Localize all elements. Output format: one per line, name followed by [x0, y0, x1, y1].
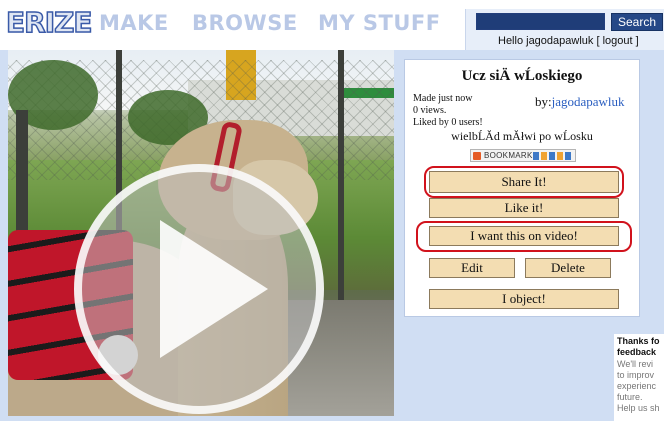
username-link[interactable]: jagodapawluk	[526, 35, 593, 47]
like-button[interactable]: Like it!	[429, 198, 619, 218]
like-count: Liked by 0 users!	[413, 117, 483, 128]
made-time: Made just now	[413, 93, 473, 104]
feedback-text: to improv	[617, 370, 655, 380]
feedback-heading: Thanks fo	[617, 336, 660, 346]
bookmark-button[interactable]: BOOKMARK	[470, 149, 576, 162]
bookmark-icon	[473, 152, 481, 160]
feedback-text: We'll revi	[617, 359, 654, 369]
video-frame-pole	[338, 50, 344, 310]
bookmark-label: BOOKMARK	[484, 151, 533, 160]
site-logo[interactable]: ERIZE	[5, 6, 93, 40]
social-share-icons	[533, 152, 573, 160]
view-count: 0 views.	[413, 105, 447, 116]
greeting-prefix: Hello	[498, 35, 527, 47]
object-button[interactable]: I object!	[429, 289, 619, 309]
nav-browse[interactable]: BROWSE	[192, 10, 298, 36]
search-input[interactable]	[476, 13, 605, 30]
play-button[interactable]	[74, 164, 324, 414]
video-player[interactable]	[8, 50, 394, 416]
nav-make[interactable]: MAKE	[99, 10, 169, 36]
logout-link[interactable]: [ logout ]	[596, 35, 638, 47]
feedback-box: Thanks fo feedback We'll revi to improv …	[614, 334, 664, 421]
want-on-video-button[interactable]: I want this on video!	[429, 226, 619, 246]
byline-prefix: by:	[535, 94, 552, 109]
edit-button[interactable]: Edit	[429, 258, 515, 278]
delete-button[interactable]: Delete	[525, 258, 611, 278]
account-box: Search Hello jagodapawluk [ logout ]	[465, 9, 664, 51]
nav-my-stuff[interactable]: MY STUFF	[318, 10, 441, 36]
feedback-text: Help us sh	[617, 403, 660, 413]
top-bar: ERIZE MAKE BROWSE MY STUFF Search Hello …	[0, 0, 664, 51]
play-icon	[160, 220, 268, 358]
share-button[interactable]: Share It!	[429, 171, 619, 193]
feedback-text: experienc	[617, 381, 657, 391]
video-info-panel: Ucz siÄ wĹoskiego Made just now 0 views.…	[404, 59, 640, 317]
video-frame-pole	[16, 110, 28, 250]
byline: by:jagodapawluk	[535, 94, 625, 110]
author-link[interactable]: jagodapawluk	[552, 94, 625, 109]
feedback-text: future.	[617, 392, 643, 402]
search-button[interactable]: Search	[611, 13, 663, 31]
feedback-heading: feedback	[617, 347, 657, 357]
video-description: wielbĹĂd mĂłwi po wĹosku	[451, 129, 593, 143]
user-greeting: Hello jagodapawluk [ logout ]	[498, 35, 639, 47]
video-title: Ucz siÄ wĹoskiego	[461, 68, 583, 84]
